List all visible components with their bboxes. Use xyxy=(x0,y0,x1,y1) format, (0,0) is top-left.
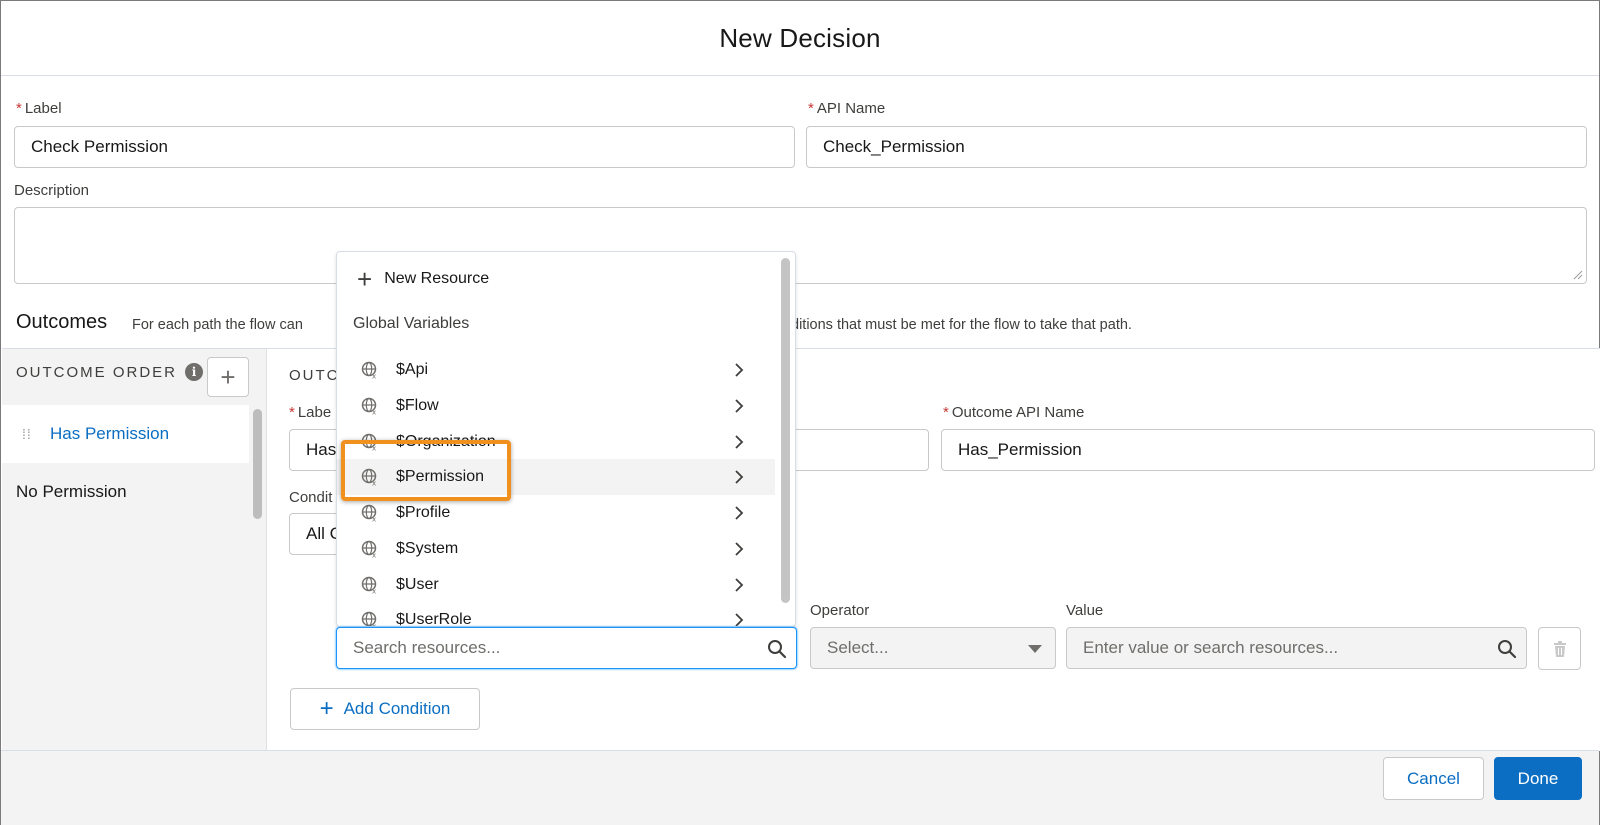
global-variable-userrole[interactable]: x $UserRole xyxy=(337,602,775,626)
operator-select[interactable]: Select... xyxy=(810,627,1056,669)
outcome-label-input-value: Has xyxy=(306,440,337,459)
svg-text:x: x xyxy=(372,552,376,559)
outcomes-area: OUTCOME ORDER i + ⁞⁞ Has Permission No P… xyxy=(2,348,1600,751)
api-name-input[interactable]: Check_Permission xyxy=(806,126,1587,168)
resize-grip-icon[interactable] xyxy=(1573,270,1583,280)
add-condition-button[interactable]: + Add Condition xyxy=(290,688,480,730)
outcome-item-no-permission[interactable]: No Permission xyxy=(2,463,249,521)
svg-text:x: x xyxy=(372,516,376,523)
label-input[interactable]: Check Permission xyxy=(14,126,795,168)
outcome-api-name-value: Has_Permission xyxy=(958,440,1082,459)
drag-handle-icon[interactable]: ⁞⁞ xyxy=(22,427,32,441)
chevron-right-icon xyxy=(735,363,744,377)
delete-condition-button[interactable] xyxy=(1538,627,1581,670)
modal-footer: Cancel Done xyxy=(1,750,1599,825)
chevron-right-icon xyxy=(735,542,744,556)
label-input-value: Check Permission xyxy=(31,137,168,156)
modal-header: New Decision xyxy=(1,1,1599,76)
outcome-item-label: No Permission xyxy=(16,482,127,501)
search-icon[interactable] xyxy=(767,639,787,659)
outcome-item-has-permission[interactable]: ⁞⁞ Has Permission xyxy=(2,405,249,463)
outcome-api-name-label: * Outcome API Name xyxy=(943,404,1085,421)
outcome-order-panel: OUTCOME ORDER i + ⁞⁞ Has Permission No P… xyxy=(2,349,267,751)
chevron-right-icon xyxy=(735,470,744,484)
chevron-right-icon xyxy=(735,578,744,592)
global-variables-heading: Global Variables xyxy=(353,315,470,332)
outcome-order-heading: OUTCOME ORDER i xyxy=(16,363,203,381)
trash-icon xyxy=(1553,640,1566,657)
modal-title: New Decision xyxy=(719,22,881,53)
new-resource-option[interactable]: + New Resource xyxy=(357,264,489,294)
global-variable-icon: x xyxy=(361,576,377,595)
cancel-button[interactable]: Cancel xyxy=(1383,757,1484,800)
info-icon[interactable]: i xyxy=(185,363,203,381)
outcome-details-heading: OUTC xyxy=(289,367,340,384)
chevron-right-icon xyxy=(735,399,744,413)
required-mark: * xyxy=(16,100,22,117)
svg-text:x: x xyxy=(372,588,376,595)
outcome-item-label: Has Permission xyxy=(50,424,170,443)
global-variable-user[interactable]: x $User xyxy=(337,567,775,603)
operator-label: Operator xyxy=(810,602,870,619)
outcome-label-label: * Labe xyxy=(289,404,332,421)
outcome-api-name-input[interactable]: Has_Permission xyxy=(941,429,1595,471)
svg-text:x: x xyxy=(372,373,376,380)
api-name-input-value: Check_Permission xyxy=(823,137,965,156)
value-label: Value xyxy=(1066,602,1104,619)
outcomes-title: Outcomes xyxy=(16,311,108,333)
global-variable-icon: x xyxy=(361,361,377,380)
done-button[interactable]: Done xyxy=(1494,757,1582,800)
outcomes-description-left: For each path the flow can xyxy=(132,317,303,333)
global-variable-icon: x xyxy=(361,397,377,416)
add-icon: + xyxy=(319,695,334,722)
global-variable-flow[interactable]: x $Flow xyxy=(337,388,775,424)
outcomes-description-right: ditions that must be met for the flow to… xyxy=(791,317,1132,333)
api-name-field-label: * API Name xyxy=(808,100,886,117)
add-icon: + xyxy=(357,264,373,294)
resource-search-input[interactable]: Search resources... xyxy=(336,627,797,669)
description-label: Description xyxy=(14,182,90,199)
label-field-label: * Label xyxy=(16,100,62,117)
chevron-right-icon xyxy=(735,613,744,626)
resource-dropdown: + New Resource Global Variables x $Api x… xyxy=(336,251,796,627)
search-icon[interactable] xyxy=(1497,639,1517,659)
chevron-down-icon xyxy=(1028,645,1042,653)
global-variable-icon: x xyxy=(361,504,377,523)
required-mark: * xyxy=(808,100,814,117)
add-outcome-button[interactable]: + xyxy=(207,357,249,397)
dropdown-scrollbar[interactable] xyxy=(781,258,790,603)
value-input[interactable]: Enter value or search resources... xyxy=(1066,627,1527,669)
outcome-list-scrollbar[interactable] xyxy=(253,409,262,519)
chevron-right-icon xyxy=(735,435,744,449)
description-textarea[interactable] xyxy=(14,207,1587,284)
new-decision-modal: New Decision * Label Check Permission * AP… xyxy=(0,0,1600,825)
chevron-right-icon xyxy=(735,506,744,520)
svg-text:x: x xyxy=(372,409,376,416)
global-variable-api[interactable]: x $Api xyxy=(337,352,775,388)
global-variable-icon: x xyxy=(361,540,377,559)
global-variable-system[interactable]: x $System xyxy=(337,531,775,567)
global-variable-icon: x xyxy=(361,611,377,626)
condition-requirements-label: Condit xyxy=(289,489,333,506)
highlight-annotation xyxy=(341,440,511,501)
